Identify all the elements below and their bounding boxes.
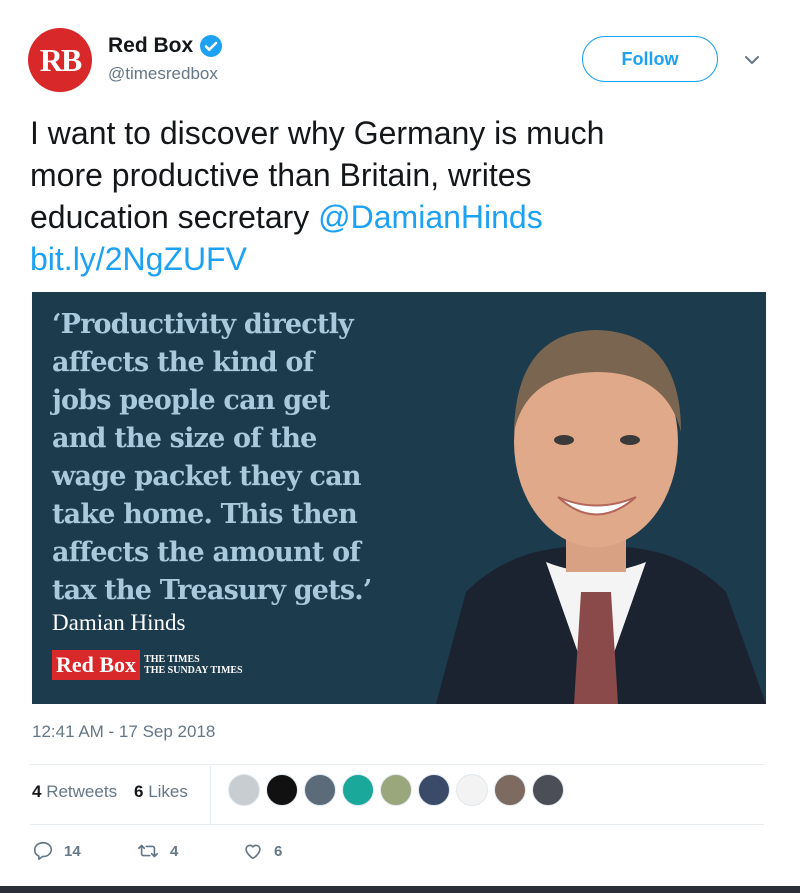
url-link[interactable]: bit.ly/2NgZUFV [30,238,730,280]
brand-lockup: Red Box THE TIMES THE SUNDAY TIMES [52,650,243,680]
account-avatar[interactable]: RB [28,28,92,92]
quote-line: and the size of the [52,423,317,454]
divider [30,824,764,825]
retweet-count: 4 [170,842,179,860]
retweets-stat[interactable]: 4 Retweets [32,782,117,802]
display-name[interactable]: Red Box [108,34,193,58]
like-button[interactable]: 6 [242,840,282,862]
newspaper-logos: THE TIMES THE SUNDAY TIMES [144,654,243,676]
account-handle[interactable]: @timesredbox [108,64,223,84]
quote-text: ‘Productivity directly affects the kind … [52,306,452,610]
account-names: Red Box @timesredbox [108,34,223,84]
liker-avatar[interactable] [494,774,526,806]
likes-stat[interactable]: 6 Likes [134,782,188,802]
liker-avatar[interactable] [418,774,450,806]
like-count: 6 [274,842,283,860]
quote-line: affects the kind of [52,347,314,378]
tweet-stats: 4 Retweets 6 Likes [32,766,766,824]
tweet-header: RB Red Box @timesredbox Follow [28,28,772,92]
divider [30,764,764,765]
tweet-text-line: I want to discover why Germany is much [30,115,605,151]
tweet-timestamp[interactable]: 12:41 AM - 17 Sep 2018 [32,722,215,742]
liker-avatar[interactable] [456,774,488,806]
liker-avatar[interactable] [266,774,298,806]
quote-line: jobs people can get [52,385,330,416]
reply-icon [33,841,53,861]
tweet-text-line: more productive than Britain, writes [30,157,532,193]
tweet-media-image[interactable]: ‘Productivity directly affects the kind … [32,292,766,704]
redbox-logo: Red Box [52,650,141,680]
sunday-times-logo: THE SUNDAY TIMES [144,665,243,676]
retweets-count: 4 [32,782,42,801]
liker-avatars [228,774,564,806]
stats-separator [210,766,211,824]
quote-line: affects the amount of [52,537,361,568]
tweet-text: I want to discover why Germany is much m… [30,112,730,280]
quote-line: take home. This then [52,499,358,530]
retweet-icon [138,844,158,858]
verified-badge-icon [200,35,223,57]
tweet-actions: 14 4 6 [32,840,432,870]
tweet-text-line: education secretary @DamianHinds [30,196,730,238]
likes-count: 6 [134,782,144,801]
page-bottom-edge [0,886,800,893]
reply-count: 14 [64,842,81,860]
portrait-photo [426,292,766,704]
liker-avatar[interactable] [380,774,412,806]
liker-avatar[interactable] [228,774,260,806]
quote-attribution: Damian Hinds [52,610,186,635]
liker-avatar[interactable] [304,774,336,806]
quote-line: ‘Productivity directly [52,309,354,340]
retweet-button[interactable]: 4 [136,840,178,862]
liker-avatar[interactable] [532,774,564,806]
quote-line: tax the Treasury gets.’ [52,575,372,606]
times-logo: THE TIMES [144,654,200,665]
likes-label: Likes [148,782,188,801]
retweets-label: Retweets [46,782,118,801]
follow-button[interactable]: Follow [582,36,718,82]
display-name-row[interactable]: Red Box [108,34,223,58]
mention-link[interactable]: @DamianHinds [318,199,543,235]
reply-button[interactable]: 14 [32,840,81,862]
chevron-down-icon[interactable] [742,50,762,70]
heart-icon [245,844,261,860]
quote-line: wage packet they can [52,461,362,492]
liker-avatar[interactable] [342,774,374,806]
tweet-text-fragment: education secretary [30,199,319,235]
